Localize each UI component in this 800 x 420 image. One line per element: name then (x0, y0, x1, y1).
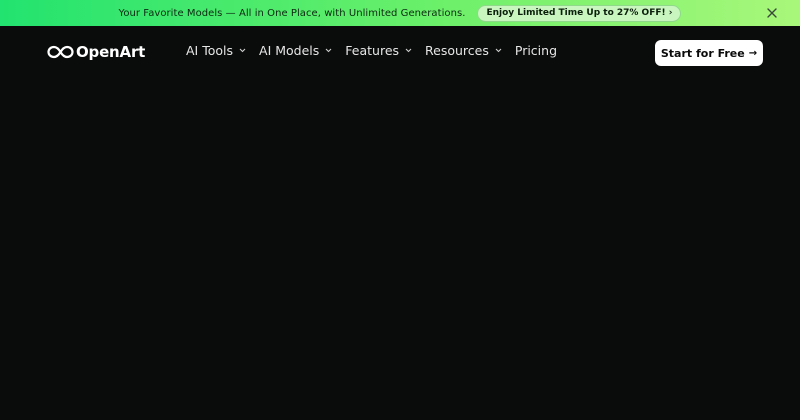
nav-item-features[interactable]: Features (345, 43, 412, 58)
logo[interactable]: OpenArt (47, 43, 145, 61)
nav-item-resources[interactable]: Resources (425, 43, 502, 58)
chevron-down-icon (239, 48, 246, 53)
nav-item-label: AI Models (259, 43, 320, 58)
chevron-down-icon (495, 48, 502, 53)
main-menu: AI Tools AI Models Features Resources Pr… (186, 43, 570, 58)
start-for-free-button[interactable]: Start for Free → (655, 40, 763, 66)
arrow-right-icon: → (748, 47, 758, 59)
banner-text: Your Favorite Models — All in One Place,… (118, 7, 466, 19)
top-navigation: OpenArt AI Tools AI Models Features Reso… (0, 26, 800, 78)
nav-item-pricing[interactable]: Pricing (515, 43, 557, 58)
nav-item-ai-models[interactable]: AI Models (259, 43, 332, 58)
chevron-down-icon (405, 48, 412, 53)
nav-item-label: Resources (425, 43, 489, 58)
start-button-label: Start for Free (660, 46, 745, 60)
close-icon[interactable] (765, 6, 779, 20)
nav-item-label: AI Tools (186, 43, 234, 58)
main-content (0, 78, 800, 420)
chevron-down-icon (325, 48, 332, 53)
logo-text: OpenArt (76, 43, 146, 61)
promo-banner: Your Favorite Models — All in One Place,… (0, 0, 800, 26)
banner-offer-button[interactable]: Enjoy Limited Time Up to 27% OFF! › (477, 4, 682, 22)
nav-item-ai-tools[interactable]: AI Tools (186, 43, 246, 58)
nav-item-label: Features (345, 43, 400, 58)
nav-item-label: Pricing (514, 43, 558, 58)
banner-offer-label: Enjoy Limited Time Up to 27% OFF! › (486, 8, 673, 18)
infinity-logo-icon (47, 45, 74, 59)
